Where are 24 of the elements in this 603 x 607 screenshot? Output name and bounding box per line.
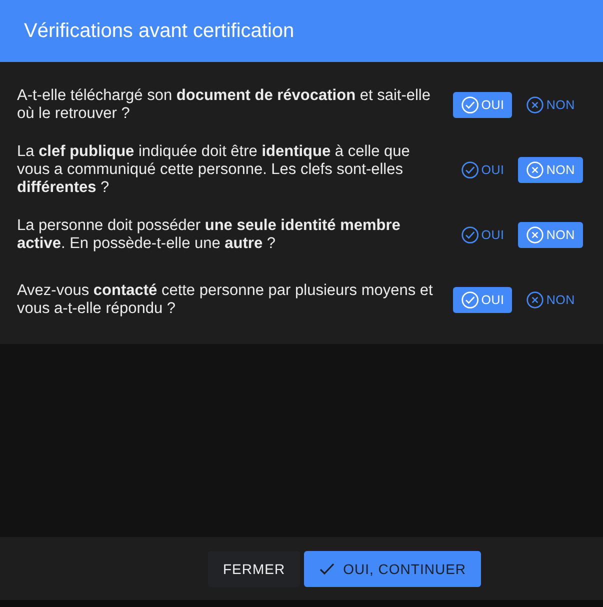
close-circle-icon [526, 290, 544, 310]
check-circle-icon [461, 224, 480, 244]
question-text: A-t-elle téléchargé son document de révocation et sait-elle où le retrouver ? [17, 86, 432, 122]
close-circle-icon [526, 160, 544, 180]
check-icon [319, 562, 336, 576]
no-answer-button[interactable]: NON [518, 286, 583, 312]
yes-answer-button[interactable]: OUI [453, 92, 512, 118]
no-answer-button[interactable]: NON [518, 92, 583, 118]
close-circle-icon [526, 224, 544, 244]
close-circle-icon [526, 94, 544, 114]
check-circle-icon [461, 160, 480, 180]
question-text: La clef publique indiquée doit être identique à celle que vous a communiqué cette personne. Les clefs sont-elles différentes ? [17, 142, 411, 196]
yes-answer-button[interactable]: OUI [453, 286, 512, 312]
question-text: La personne doit posséder une seule identité membre active. En possède-t-elle une autre ? [17, 216, 402, 252]
no-answer-button[interactable]: NON [518, 156, 583, 182]
dialog-title: Vérifications avant certification [24, 20, 294, 42]
check-circle-icon [461, 94, 480, 114]
check-circle-icon [461, 290, 480, 310]
no-answer-button[interactable]: NON [518, 222, 583, 248]
continue-button[interactable]: OUI, CONTINUER [304, 550, 482, 586]
question-text: Avez-vous contacté cette personne par plusieurs moyens et vous a-t-elle répondu ? [17, 282, 434, 318]
yes-answer-button[interactable]: OUI [453, 156, 512, 182]
close-button[interactable]: FERMER [208, 550, 300, 586]
yes-answer-button[interactable]: OUI [453, 222, 512, 248]
